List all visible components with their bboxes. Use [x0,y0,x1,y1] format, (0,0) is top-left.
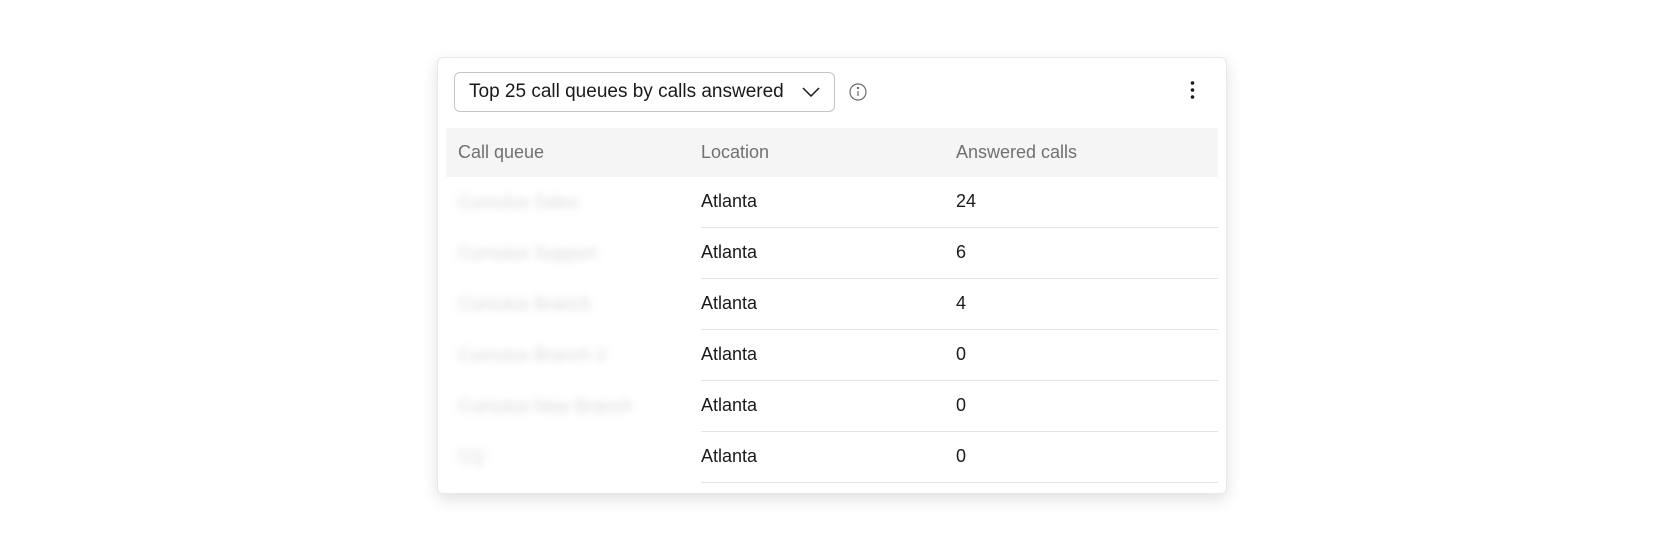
cell-answered: 0 [956,330,1218,381]
table-row[interactable]: Cumulus Branch Atlanta 4 [446,279,1218,330]
chevron-down-icon [802,83,820,101]
table-row[interactable]: Cumulus Branch 2 Atlanta 0 [446,330,1218,381]
cell-answered: 24 [956,177,1218,228]
cell-queue: Cumulus Branch [446,294,701,315]
table-row[interactable]: CQ Atlanta 0 [446,432,1218,483]
table-row[interactable]: Cumulus Support Atlanta 6 [446,228,1218,279]
cell-location: Atlanta [701,177,956,228]
cell-answered: 4 [956,279,1218,330]
cell-location: Atlanta [701,279,956,330]
cell-queue: Cumulus Sales [446,192,701,213]
metric-dropdown[interactable]: Top 25 call queues by calls answered [454,72,835,112]
call-queue-table: Call queue Location Answered calls Cumul… [438,128,1226,483]
cell-location: Atlanta [701,381,956,432]
column-header-location[interactable]: Location [701,142,956,163]
card-header: Top 25 call queues by calls answered [438,72,1226,128]
cell-answered: 6 [956,228,1218,279]
dropdown-selected-label: Top 25 call queues by calls answered [469,81,784,103]
column-header-queue[interactable]: Call queue [446,142,701,163]
cell-queue: CQ [446,447,701,468]
cell-location: Atlanta [701,432,956,483]
cell-answered: 0 [956,381,1218,432]
info-icon[interactable] [849,83,867,101]
table-row[interactable]: Cumulus New Branch Atlanta 0 [446,381,1218,432]
cell-location: Atlanta [701,330,956,381]
cell-queue: Cumulus Support [446,243,701,264]
table-header-row: Call queue Location Answered calls [446,128,1218,177]
cell-location: Atlanta [701,228,956,279]
table-body: Cumulus Sales Atlanta 24 Cumulus Support… [438,177,1226,483]
cell-queue: Cumulus Branch 2 [446,345,701,366]
column-header-answered[interactable]: Answered calls [956,142,1218,163]
table-row[interactable]: Cumulus Sales Atlanta 24 [446,177,1218,228]
more-vertical-icon[interactable] [1182,80,1202,100]
cell-answered: 0 [956,432,1218,483]
report-card: Top 25 call queues by calls answered [437,57,1227,494]
cell-queue: Cumulus New Branch [446,396,701,417]
